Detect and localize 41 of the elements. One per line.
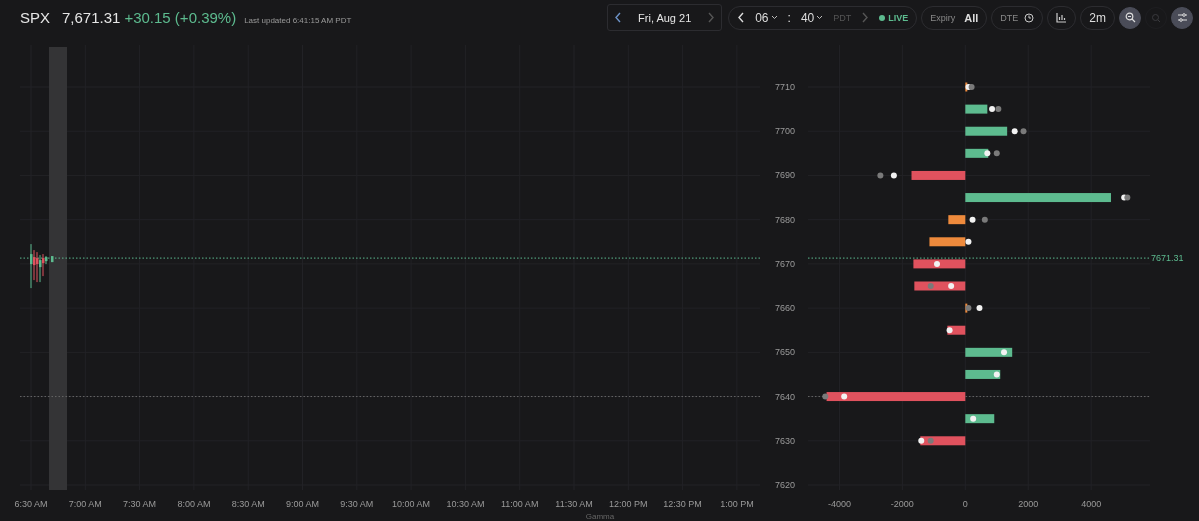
gamma-axis-label: 2000 (1018, 499, 1039, 509)
timezone-label: PDT (833, 12, 852, 23)
time-axis-label: 7:30 AM (123, 499, 157, 509)
strike-label: 7640 (775, 391, 795, 402)
time-axis-label: 12:30 PM (663, 499, 702, 509)
strike-label: 7680 (775, 214, 795, 225)
time-axis-label: 8:30 AM (231, 499, 265, 509)
minute-dropdown[interactable]: 40 (800, 10, 824, 25)
time-axis-label: 9:30 AM (340, 499, 374, 509)
time-axis-label: 12:00 PM (609, 499, 648, 509)
strike-label: 7660 (775, 303, 795, 314)
gamma-axis-label: 4000 (1081, 499, 1102, 509)
time-axis-label: 7:00 AM (68, 499, 102, 509)
strike-label: 7690 (775, 170, 795, 181)
gamma-axis-label: -4000 (827, 499, 851, 509)
time-axis-label: 1:00 PM (720, 499, 754, 509)
live-label: LIVE (888, 12, 909, 23)
time-axis-label: 6:30 AM (14, 499, 48, 509)
date-text: Fri, Aug 21 (638, 11, 692, 24)
time-axis-label: 11:30 AM (555, 499, 593, 509)
axis-title: Gamma (585, 512, 615, 521)
last-updated-text: Last updated 6:41:15 AM PDT (244, 16, 352, 25)
current-price-label: 7671.31 (1151, 253, 1184, 264)
price-value: 7,671.31 (62, 9, 121, 26)
strike-label: 7710 (775, 82, 795, 92)
time-axis-label: 11:00 AM (501, 499, 539, 509)
strike-label: 7650 (775, 347, 795, 358)
hour-dropdown[interactable]: 06 (755, 10, 778, 25)
time-axis-label: 10:00 AM (392, 499, 431, 509)
strike-label: 7700 (775, 126, 795, 137)
time-axis-label: 9:00 AM (286, 499, 319, 509)
time-axis-label: 8:00 AM (177, 499, 211, 509)
strike-label: 7670 (775, 258, 795, 269)
price-change: +30.15 (+0.39%) (124, 9, 237, 26)
time-axis-label: 10:30 AM (446, 499, 485, 509)
gamma-axis-label: 0 (962, 499, 968, 509)
ticker-symbol: SPX (20, 9, 50, 26)
gamma-axis-label: -2000 (890, 499, 914, 509)
time-separator: : (787, 10, 791, 25)
strike-label: 7630 (775, 435, 795, 446)
strike-label: 7620 (775, 480, 795, 490)
